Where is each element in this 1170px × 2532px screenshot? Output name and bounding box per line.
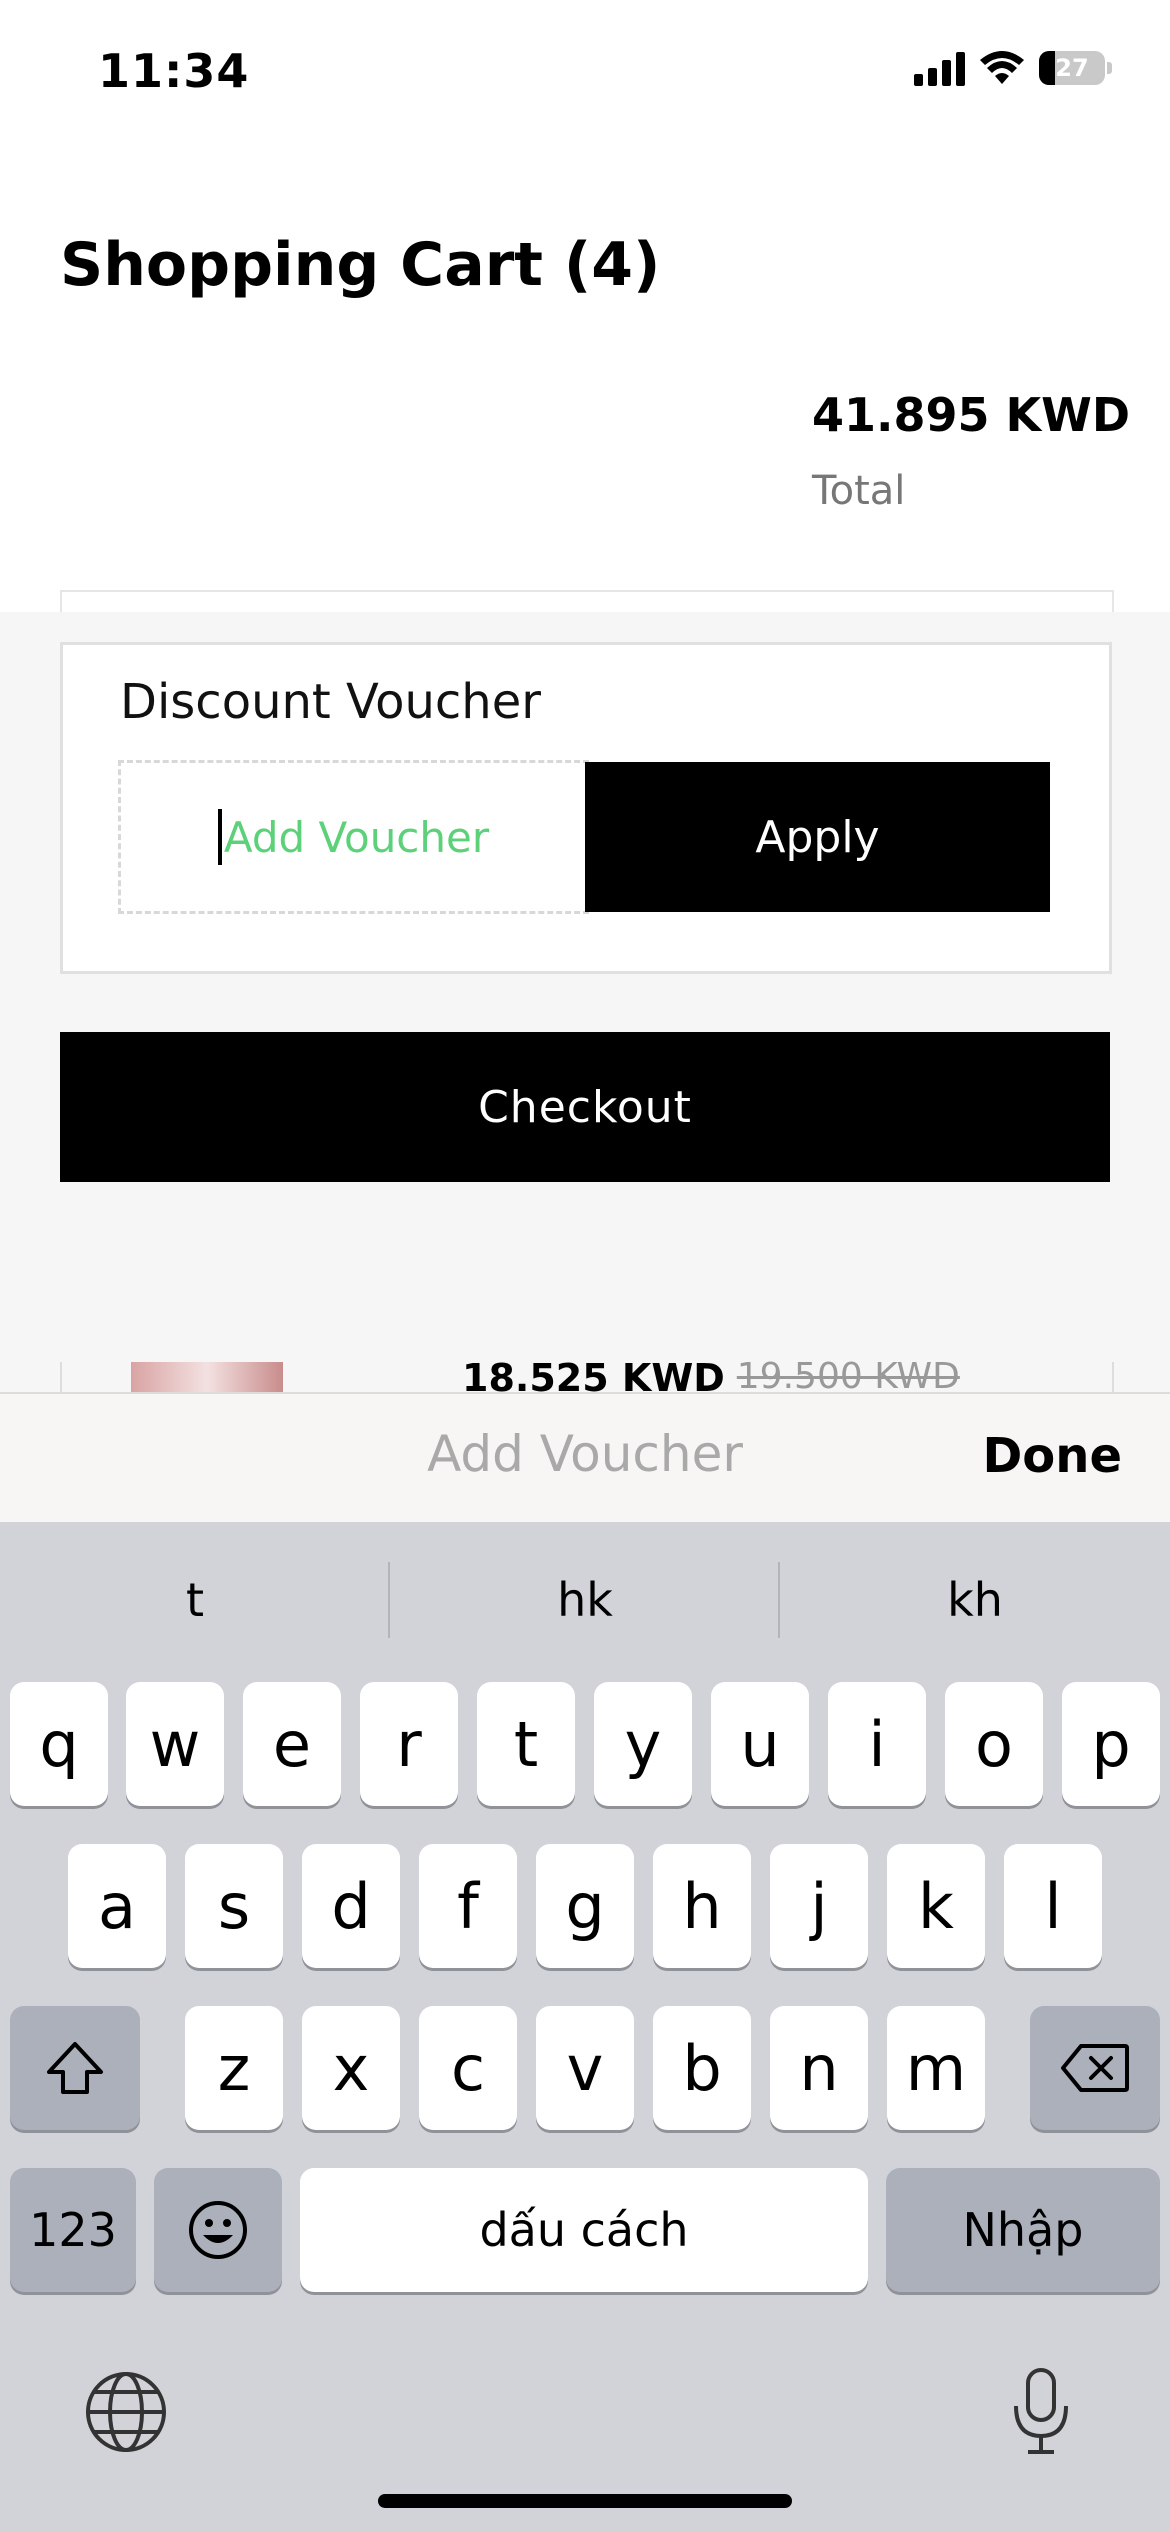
key-p[interactable]: p bbox=[1062, 1682, 1160, 1806]
key-t[interactable]: t bbox=[477, 1682, 575, 1806]
delete-key[interactable] bbox=[1030, 2006, 1160, 2130]
backspace-icon bbox=[1061, 2044, 1129, 2092]
total-label: Total bbox=[812, 468, 906, 514]
key-y[interactable]: y bbox=[594, 1682, 692, 1806]
done-button[interactable]: Done bbox=[982, 1428, 1122, 1484]
key-o[interactable]: o bbox=[945, 1682, 1043, 1806]
key-c[interactable]: c bbox=[419, 2006, 517, 2130]
suggestion-1[interactable]: t bbox=[0, 1560, 390, 1640]
voucher-title: Discount Voucher bbox=[120, 674, 541, 730]
suggestion-2[interactable]: hk bbox=[390, 1560, 780, 1640]
shift-icon bbox=[47, 2042, 103, 2094]
microphone-icon[interactable] bbox=[1008, 2366, 1074, 2458]
key-a[interactable]: a bbox=[68, 1844, 166, 1968]
key-n[interactable]: n bbox=[770, 2006, 868, 2130]
product-thumbnail[interactable] bbox=[131, 1362, 283, 1392]
key-d[interactable]: d bbox=[302, 1844, 400, 1968]
text-cursor bbox=[217, 809, 222, 865]
key-e[interactable]: e bbox=[243, 1682, 341, 1806]
battery-level: 27 bbox=[1055, 54, 1089, 82]
home-indicator bbox=[378, 2494, 792, 2508]
key-v[interactable]: v bbox=[536, 2006, 634, 2130]
emoji-icon bbox=[189, 2201, 247, 2259]
key-z[interactable]: z bbox=[185, 2006, 283, 2130]
key-f[interactable]: f bbox=[419, 1844, 517, 1968]
battery-icon: 27 bbox=[1039, 51, 1105, 85]
wifi-icon bbox=[980, 51, 1024, 84]
key-l[interactable]: l bbox=[1004, 1844, 1102, 1968]
suggestion-3[interactable]: kh bbox=[780, 1560, 1170, 1640]
key-k[interactable]: k bbox=[887, 1844, 985, 1968]
space-key[interactable]: dấu cách bbox=[300, 2168, 868, 2292]
key-x[interactable]: x bbox=[302, 2006, 400, 2130]
key-g[interactable]: g bbox=[536, 1844, 634, 1968]
key-s[interactable]: s bbox=[185, 1844, 283, 1968]
key-h[interactable]: h bbox=[653, 1844, 751, 1968]
cellular-signal-icon bbox=[914, 50, 965, 86]
key-w[interactable]: w bbox=[126, 1682, 224, 1806]
checkout-button[interactable]: Checkout bbox=[60, 1032, 1110, 1182]
battery-cap bbox=[1107, 62, 1112, 74]
numbers-key[interactable]: 123 bbox=[10, 2168, 136, 2292]
item-old-price: 19.500 KWD bbox=[736, 1356, 960, 1392]
key-j[interactable]: j bbox=[770, 1844, 868, 1968]
key-u[interactable]: u bbox=[711, 1682, 809, 1806]
apply-button[interactable]: Apply bbox=[585, 762, 1050, 912]
item-price-row: 18.525 KWD 19.500 KWD bbox=[462, 1356, 960, 1392]
status-icons: 27 bbox=[914, 50, 1112, 86]
total-amount: 41.895 KWD bbox=[812, 388, 1131, 442]
globe-icon[interactable] bbox=[84, 2370, 168, 2454]
key-b[interactable]: b bbox=[653, 2006, 751, 2130]
page-title: Shopping Cart (4) bbox=[60, 230, 661, 300]
voucher-placeholder: Add Voucher bbox=[223, 812, 490, 862]
key-m[interactable]: m bbox=[887, 2006, 985, 2130]
return-key[interactable]: Nhập bbox=[886, 2168, 1160, 2292]
shift-key[interactable] bbox=[10, 2006, 140, 2130]
status-time: 11:34 bbox=[98, 44, 250, 98]
item-price: 18.525 KWD bbox=[462, 1356, 725, 1392]
voucher-input[interactable]: Add Voucher bbox=[118, 760, 589, 914]
key-r[interactable]: r bbox=[360, 1682, 458, 1806]
key-i[interactable]: i bbox=[828, 1682, 926, 1806]
emoji-key[interactable] bbox=[154, 2168, 282, 2292]
key-q[interactable]: q bbox=[10, 1682, 108, 1806]
